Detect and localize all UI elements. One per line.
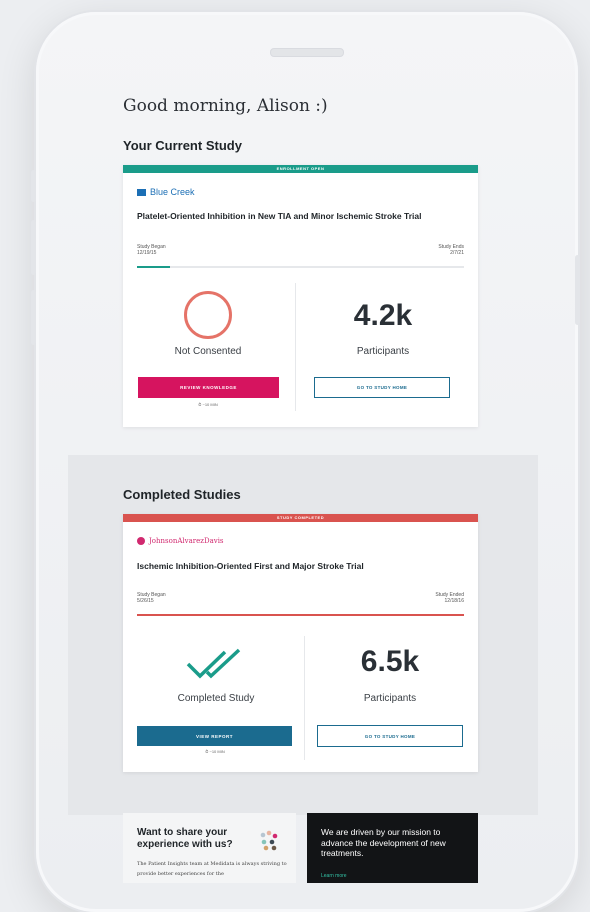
feedback-promo-card[interactable]: Want to share your experience with us? T…	[123, 813, 296, 883]
enrollment-status-banner: ENROLLMENT OPEN	[123, 165, 478, 173]
study-progress-bar	[137, 614, 464, 616]
study-ended: Study Ended 12/18/16	[435, 592, 464, 604]
phone-volume-up-button	[31, 220, 36, 275]
card-divider	[304, 636, 305, 760]
participants-count: 4.2k	[353, 299, 413, 332]
phone-side-button	[31, 170, 36, 202]
learn-more-link[interactable]: Learn more	[321, 873, 347, 879]
trial-title[interactable]: Ischemic Inhibition-Oriented First and M…	[137, 561, 457, 572]
study-progress-bar	[137, 266, 464, 268]
go-to-study-home-button[interactable]: GO TO STUDY HOME	[317, 725, 463, 747]
study-began-date: 12/19/15	[137, 250, 157, 256]
study-progress-fill	[137, 266, 170, 268]
feedback-promo-body: The Patient Insights team at Medidata is…	[137, 861, 287, 877]
mission-promo-title: We are driven by our mission to advance …	[321, 827, 446, 858]
jad-logo-icon	[137, 537, 145, 545]
study-ends: Study Ends 2/7/21	[438, 244, 464, 256]
study-progress-fill	[137, 614, 464, 616]
completed-studies-title: Completed Studies	[123, 487, 241, 502]
participants-label: Participants	[356, 346, 410, 357]
study-ends-date: 2/7/21	[450, 250, 464, 256]
sponsor-name: JohnsonAlvarezDavis	[149, 537, 224, 545]
not-consented-ring-icon	[184, 291, 232, 339]
card-divider	[295, 283, 296, 411]
review-knowledge-button[interactable]: REVIEW KNOWLEDGE	[138, 377, 279, 398]
view-report-button[interactable]: VIEW REPORT	[137, 726, 292, 746]
consent-status-label: Not Consented	[174, 346, 242, 357]
participants-count: 6.5k	[360, 645, 420, 678]
trial-title[interactable]: Platelet-Oriented Inhibition in New TIA …	[137, 211, 457, 222]
current-study-card: ENROLLMENT OPEN Blue Creek Platelet-Orie…	[123, 165, 478, 427]
study-began: Study Began 12/19/15	[137, 244, 166, 256]
time-estimate: ⏱ ~10 MIN	[205, 749, 225, 754]
mission-promo-card[interactable]: We are driven by our mission to advance …	[307, 813, 478, 883]
study-ended-date: 12/18/16	[444, 598, 464, 604]
participants-label: Participants	[363, 693, 417, 704]
study-began-date: 5/26/15	[137, 598, 154, 604]
phone-speaker	[270, 48, 344, 57]
current-study-title: Your Current Study	[123, 138, 242, 153]
sponsor-logo: Blue Creek	[137, 187, 195, 197]
time-estimate: ⏱ ~10 MIN	[198, 402, 218, 407]
sponsor-logo: JohnsonAlvarezDavis	[137, 537, 224, 545]
greeting: Good morning, Alison :)	[123, 96, 328, 116]
study-began: Study Began 5/26/15	[137, 592, 166, 604]
feedback-promo-title: Want to share your experience with us?	[137, 827, 233, 850]
completed-study-card: STUDY COMPLETED JohnsonAlvarezDavis Isch…	[123, 514, 478, 772]
completion-status-label: Completed Study	[177, 693, 255, 704]
colorful-dots-icon	[260, 830, 278, 851]
phone-power-button	[575, 255, 580, 325]
go-to-study-home-button[interactable]: GO TO STUDY HOME	[314, 377, 450, 398]
sponsor-name: Blue Creek	[150, 187, 195, 197]
blue-creek-icon	[137, 188, 146, 196]
study-completed-banner: STUDY COMPLETED	[123, 514, 478, 522]
phone-volume-down-button	[31, 290, 36, 345]
double-check-icon	[186, 648, 241, 679]
